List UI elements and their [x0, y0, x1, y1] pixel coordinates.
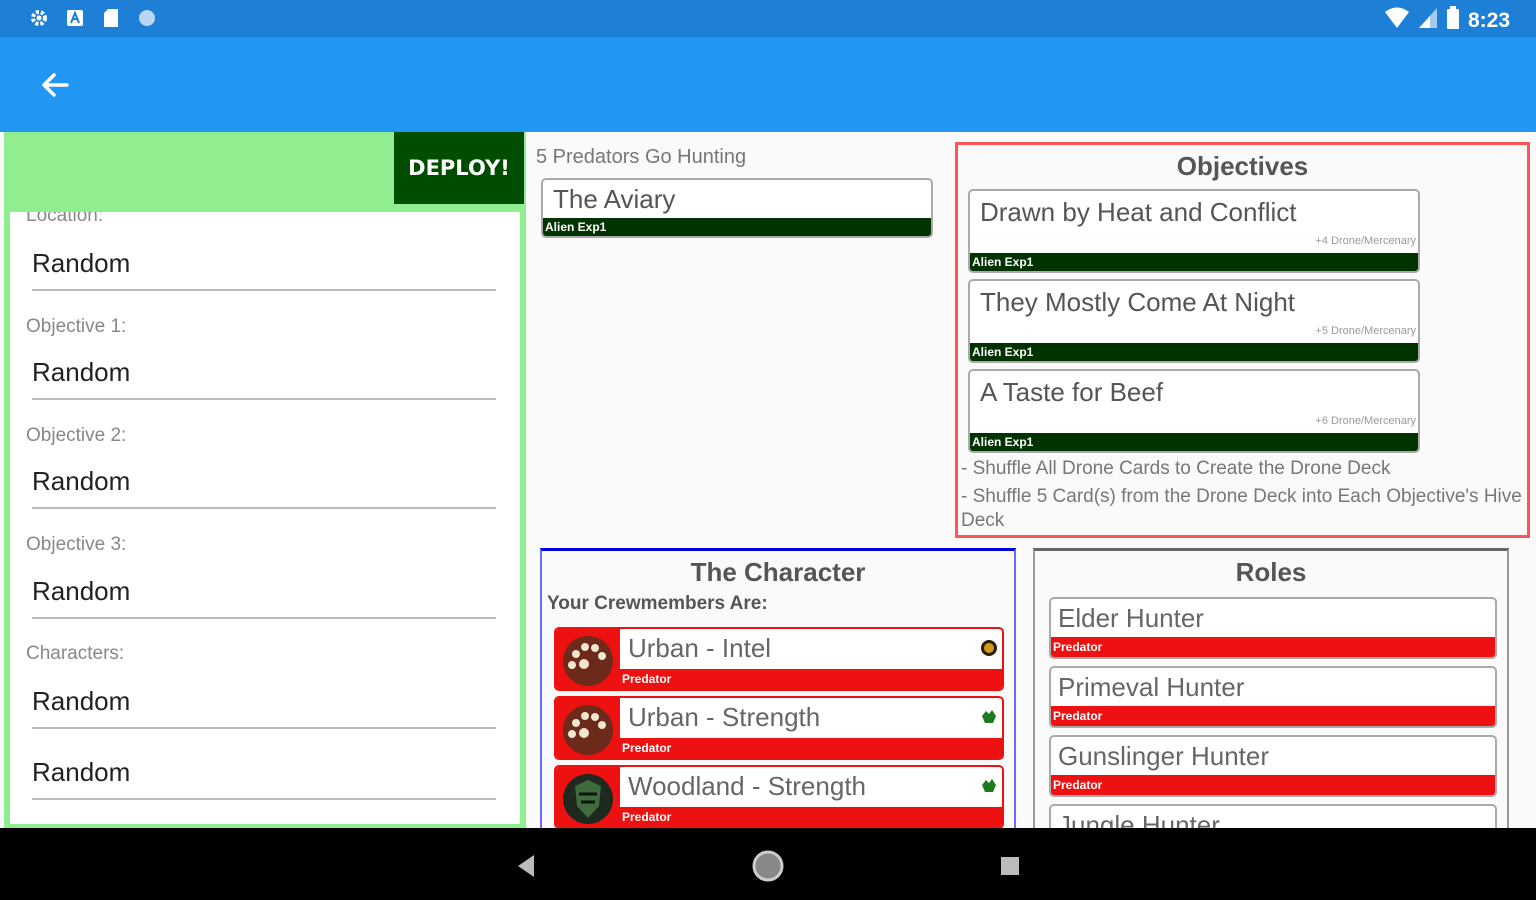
nav-home-button[interactable] — [748, 846, 788, 886]
intel-token-icon — [980, 639, 998, 657]
mission-label: 5 Predators Go Hunting — [536, 146, 747, 168]
recents-square-icon — [1001, 857, 1019, 875]
location-field[interactable]: Random — [32, 248, 496, 291]
gear-icon — [28, 7, 50, 29]
strength-token-icon — [980, 777, 998, 795]
objective-card-subtitle: +4 Drone/Mercenary — [1315, 235, 1416, 247]
status-bar: 8:23 — [0, 0, 1536, 37]
objective-card-tag: Alien Exp1 — [970, 433, 1418, 451]
characters-label: Characters: — [26, 643, 125, 664]
nav-recents-button[interactable] — [990, 846, 1030, 886]
character-title: The Character — [690, 557, 866, 587]
role-card[interactable]: Jungle Hunter — [1049, 804, 1497, 828]
objective-card[interactable]: They Mostly Come At Night +5 Drone/Merce… — [968, 279, 1420, 363]
character-1-field[interactable]: Random — [32, 686, 496, 729]
role-card[interactable]: Gunslinger Hunter Predator — [1049, 735, 1497, 797]
role-tag: Predator — [1051, 706, 1495, 726]
role-tag: Predator — [1051, 775, 1495, 795]
back-triangle-icon — [518, 855, 534, 877]
navigation-bar — [0, 828, 1536, 900]
setup-form: Location: Random Objective 1: Random Obj… — [10, 212, 520, 824]
back-button[interactable] — [30, 65, 80, 105]
a-icon — [64, 7, 86, 29]
objective-3-field[interactable]: Random — [32, 576, 496, 619]
objective-3-label: Objective 3: — [26, 534, 127, 555]
app-bar — [0, 37, 1536, 132]
objective-2-label: Objective 2: — [26, 425, 127, 446]
woodland-predator-icon — [556, 767, 620, 827]
objective-card-subtitle: +5 Drone/Mercenary — [1315, 325, 1416, 337]
crewmember-tag: Predator — [620, 807, 1002, 827]
objective-card[interactable]: Drawn by Heat and Conflict +4 Drone/Merc… — [968, 189, 1420, 273]
home-circle-icon — [752, 850, 784, 882]
roles-panel: Roles Elder Hunter Predator Primeval Hun… — [1033, 548, 1509, 828]
objective-2-field[interactable]: Random — [32, 466, 496, 509]
drone-deck-instruction: - Shuffle All Drone Cards to Create the … — [961, 458, 1391, 479]
objective-card-tag: Alien Exp1 — [970, 343, 1418, 361]
role-name: Jungle Hunter — [1058, 810, 1220, 828]
objective-card-title: A Taste for Beef — [980, 377, 1164, 407]
urban-predator-icon — [556, 698, 620, 758]
strength-token-icon — [980, 708, 998, 726]
sd-card-icon — [100, 7, 122, 29]
content-area: DEPLOY! Location: Random Objective 1: Ra… — [0, 132, 1536, 828]
role-name: Gunslinger Hunter — [1058, 741, 1269, 771]
role-name: Elder Hunter — [1058, 603, 1204, 633]
role-card[interactable]: Primeval Hunter Predator — [1049, 666, 1497, 728]
objective-1-label: Objective 1: — [26, 316, 127, 337]
urban-predator-icon — [556, 629, 620, 689]
roles-title: Roles — [1235, 557, 1307, 587]
role-card[interactable]: Elder Hunter Predator — [1049, 597, 1497, 659]
crewmember-name: Woodland - Strength — [628, 771, 866, 801]
status-icons-left — [28, 7, 158, 29]
setup-panel: DEPLOY! Location: Random Objective 1: Ra… — [4, 132, 526, 828]
deploy-button[interactable]: DEPLOY! — [394, 132, 524, 204]
objective-card-title: Drawn by Heat and Conflict — [980, 197, 1297, 227]
crewmember-name: Urban - Strength — [628, 702, 821, 732]
hive-deck-instruction: - Shuffle 5 Card(s) from the Drone Deck … — [961, 486, 1522, 531]
crewmember-tag: Predator — [620, 738, 1002, 758]
crewmember-card[interactable]: Urban - Strength Predator — [554, 696, 1004, 760]
arrow-left-icon — [42, 73, 69, 97]
crewmember-tag: Predator — [620, 669, 1002, 689]
location-card-tag: Alien Exp1 — [543, 218, 931, 236]
objective-card-tag: Alien Exp1 — [970, 253, 1418, 271]
signal-icon — [1418, 7, 1438, 35]
status-icons-right: 8:23 — [1384, 6, 1510, 36]
character-2-field[interactable]: Random — [32, 757, 496, 800]
nav-back-button[interactable] — [506, 846, 546, 886]
clock: 8:23 — [1467, 9, 1510, 32]
objective-1-field[interactable]: Random — [32, 357, 496, 400]
crewmember-card[interactable]: Woodland - Strength Predator — [554, 765, 1004, 828]
objective-card-subtitle: +6 Drone/Mercenary — [1315, 415, 1416, 427]
role-tag: Predator — [1051, 637, 1495, 657]
location-card[interactable]: The Aviary Alien Exp1 — [541, 178, 933, 238]
circle-icon — [136, 7, 158, 29]
objectives-panel: Objectives Drawn by Heat and Conflict +4… — [955, 142, 1530, 538]
objectives-title: Objectives — [1176, 151, 1309, 181]
crew-label: Your Crewmembers Are: — [547, 593, 768, 614]
role-name: Primeval Hunter — [1058, 672, 1245, 702]
crewmember-card[interactable]: Urban - Intel Predator — [554, 627, 1004, 691]
character-panel: The Character Your Crewmembers Are: Urba… — [540, 548, 1016, 828]
battery-icon — [1446, 6, 1460, 36]
wifi-icon — [1384, 7, 1410, 35]
objective-card[interactable]: A Taste for Beef +6 Drone/Mercenary Alie… — [968, 369, 1420, 453]
location-label: Location: — [26, 212, 104, 226]
location-card-title: The Aviary — [553, 184, 676, 214]
objective-card-title: They Mostly Come At Night — [980, 287, 1295, 317]
crewmember-name: Urban - Intel — [628, 633, 772, 663]
